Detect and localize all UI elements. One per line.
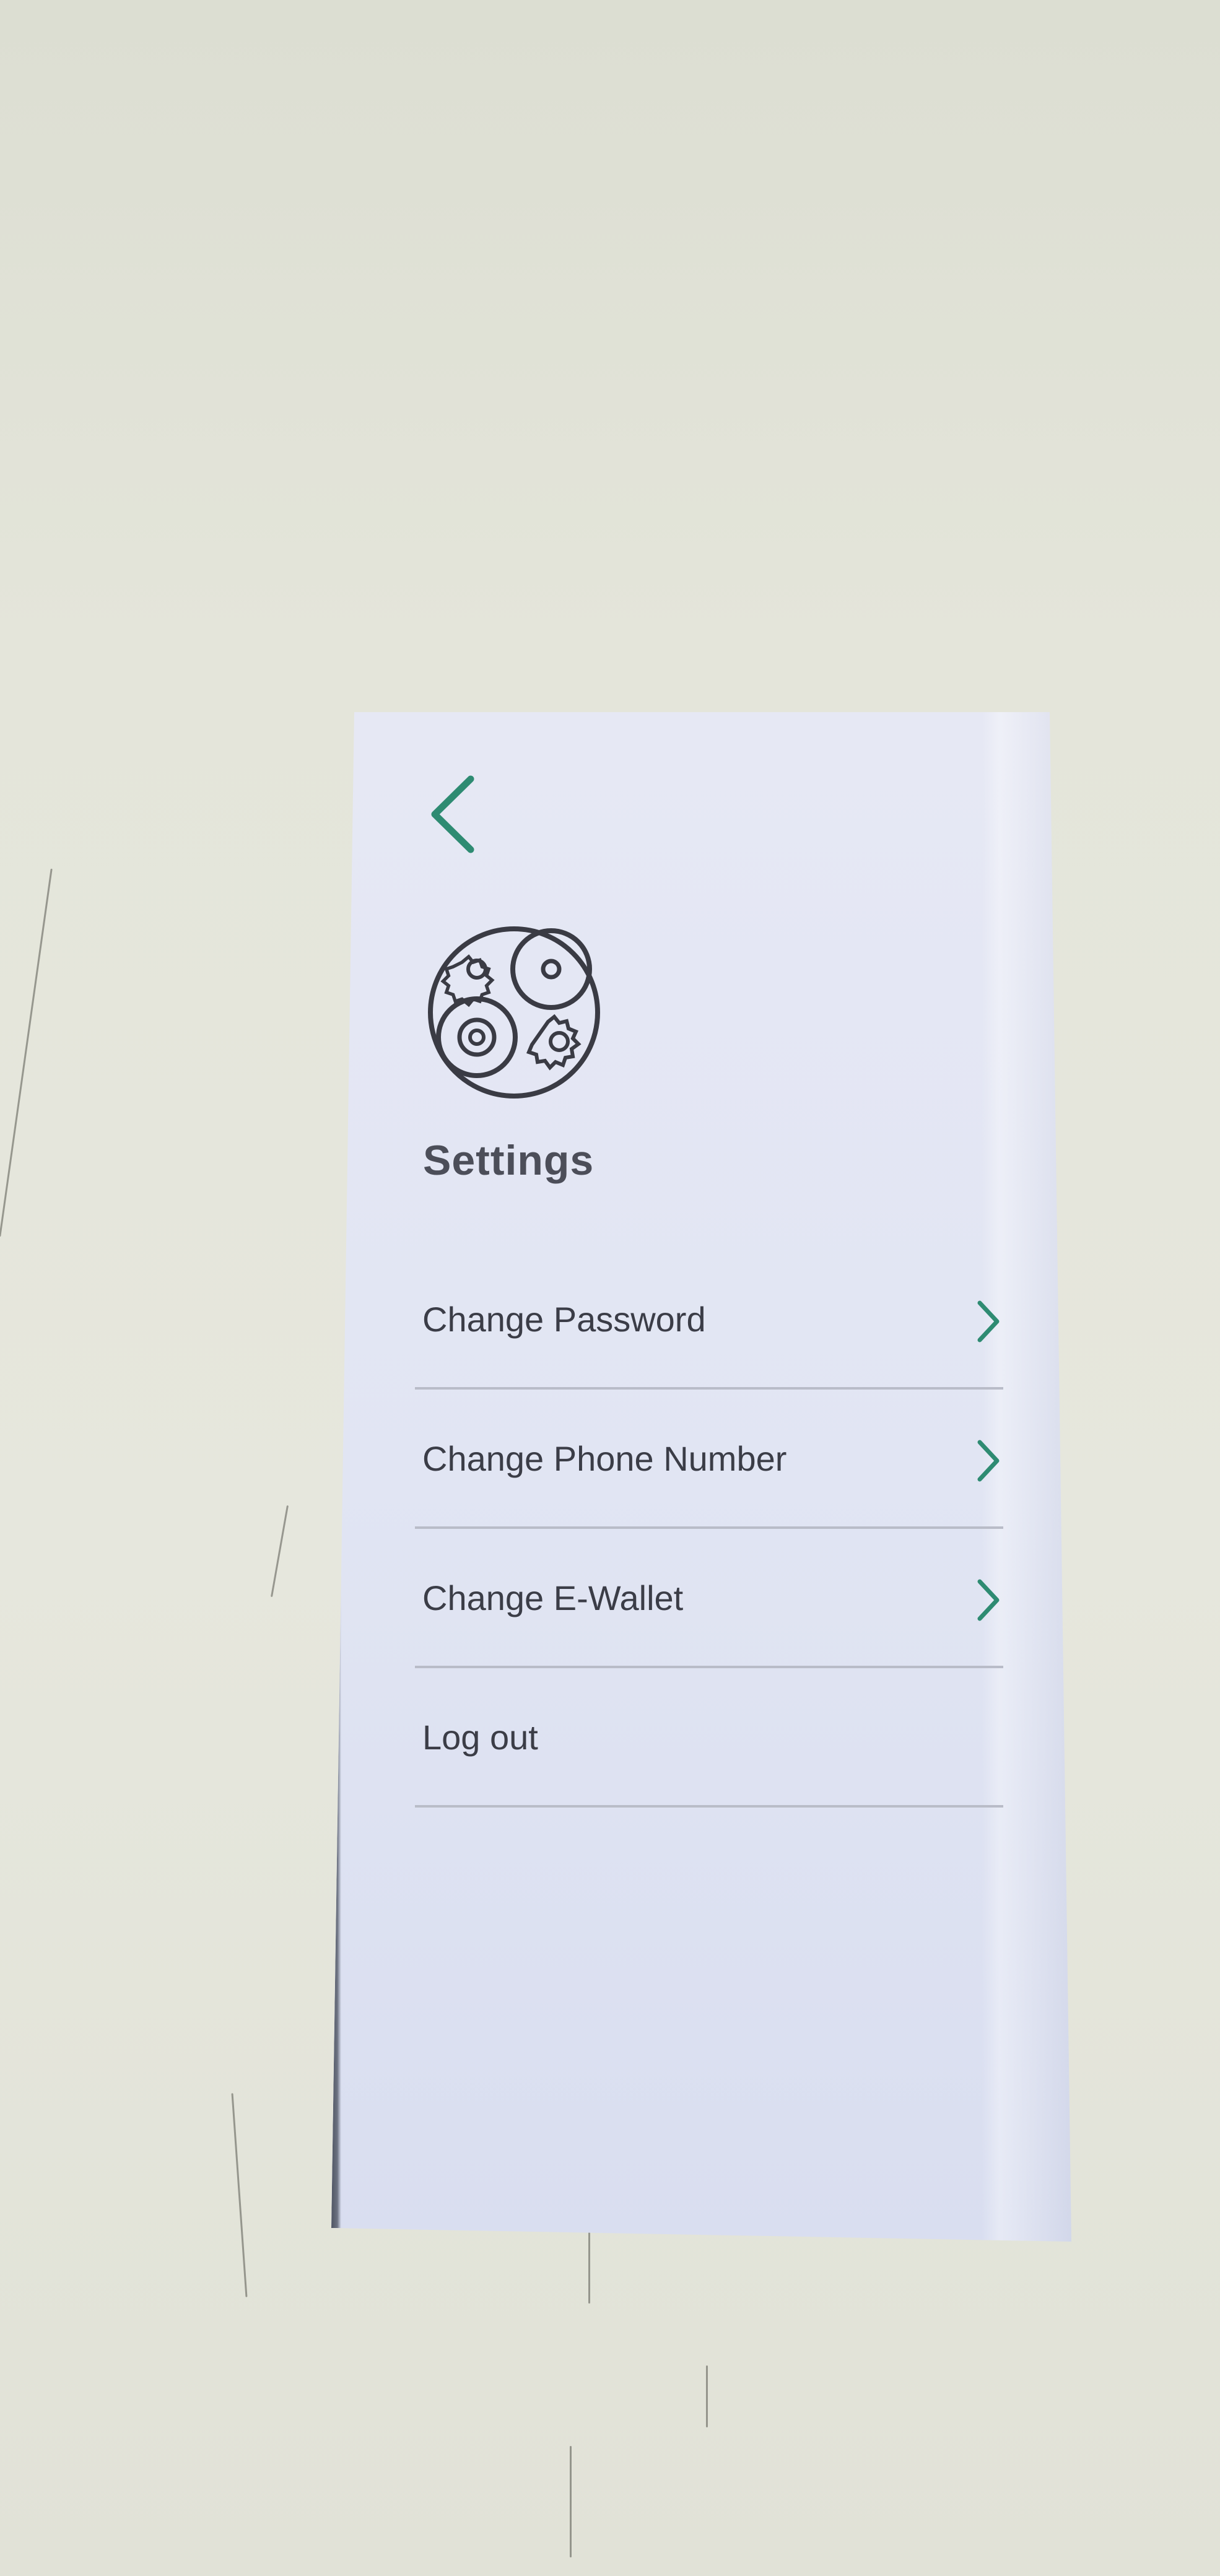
menu-item-change-password[interactable]: Change Password (415, 1263, 1003, 1403)
settings-screen: Settings Change Password Change Phone Nu… (331, 712, 1071, 2242)
menu-item-log-out[interactable]: Log out (415, 1681, 1003, 1821)
menu-item-label: Change E-Wallet (422, 1578, 684, 1617)
menu-item-label: Log out (422, 1718, 538, 1757)
settings-menu: Change Password Change Phone Number Chan… (415, 1263, 1003, 1821)
desk-scratch (270, 1505, 289, 1598)
desk-scratch (570, 2446, 572, 2557)
menu-item-change-e-wallet[interactable]: Change E-Wallet (415, 1542, 1003, 1681)
page-title: Settings (423, 1137, 595, 1184)
desk-scratch (231, 2093, 248, 2297)
gears-circle-icon (428, 926, 600, 1099)
desk-scratch (0, 868, 53, 1237)
desk-scratch (588, 2229, 590, 2304)
desk-scratch (706, 2365, 708, 2427)
chevron-right-icon (977, 1300, 1000, 1342)
menu-item-label: Change Phone Number (422, 1439, 787, 1478)
chevron-right-icon (977, 1579, 1000, 1621)
divider (415, 1805, 1003, 1808)
menu-item-label: Change Password (422, 1300, 706, 1339)
paper-edge (331, 712, 341, 2228)
chevron-right-icon (977, 1440, 1000, 1482)
menu-item-change-phone-number[interactable]: Change Phone Number (415, 1403, 1003, 1542)
divider (415, 1526, 1003, 1529)
divider (415, 1387, 1003, 1390)
chevron-left-icon (431, 775, 474, 853)
back-button[interactable] (421, 768, 489, 861)
divider (415, 1666, 1003, 1668)
